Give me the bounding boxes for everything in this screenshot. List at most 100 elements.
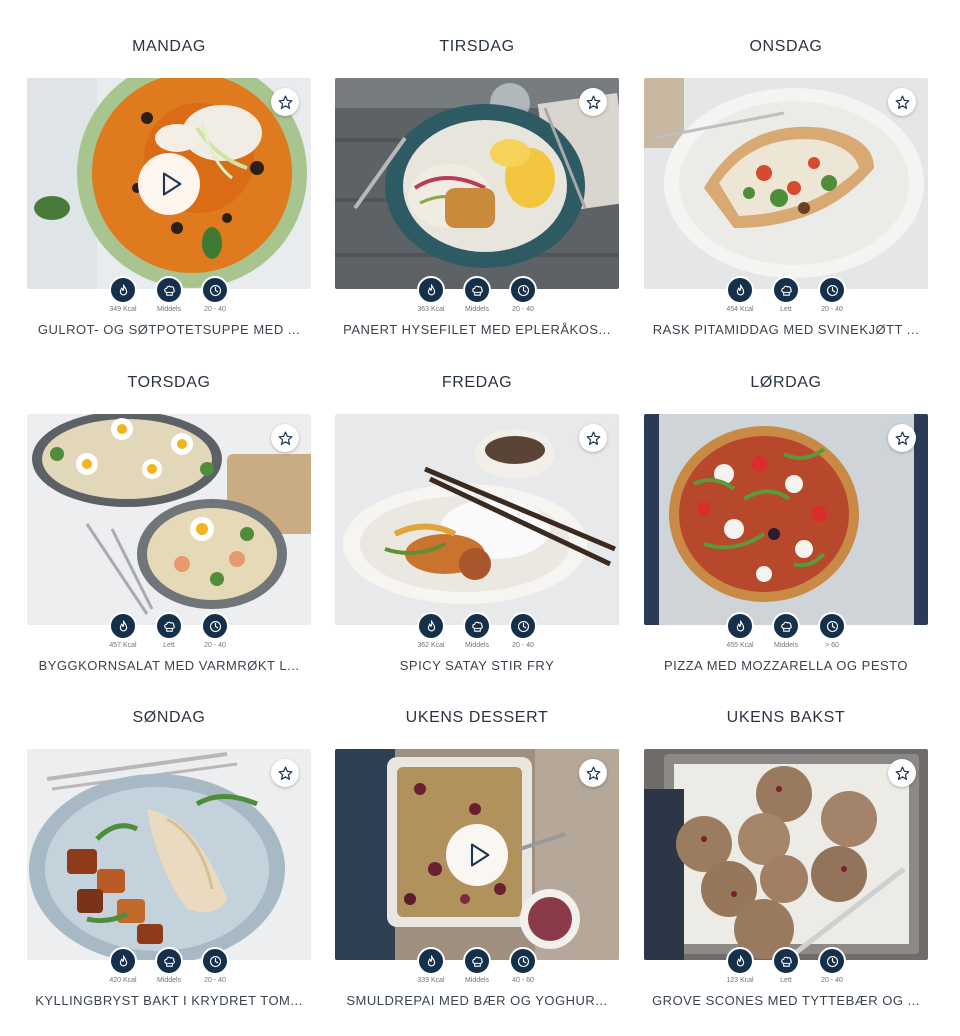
difficulty: Middels	[772, 612, 800, 649]
day-heading: TORSDAG	[127, 374, 211, 391]
day-heading: SØNDAG	[132, 709, 206, 726]
calories: 455 Kcal	[726, 612, 754, 649]
calories-label: 362 Kcal	[417, 642, 445, 649]
calories: 457 Kcal	[109, 612, 137, 649]
recipe-card-fredag: FREDAG 362 Kcal Middels 20 - 40 SPICY SA…	[335, 372, 619, 692]
flame-icon	[427, 954, 435, 966]
recipe-card-ukens-dessert: UKENS DESSERT 339 Kcal Middels 40 - 60 S…	[335, 707, 619, 1027]
flame-icon	[427, 283, 435, 295]
star-outline-icon	[586, 95, 600, 109]
recipe-photo[interactable]	[644, 78, 928, 289]
difficulty: Lett	[772, 276, 800, 313]
star-outline-icon	[895, 766, 909, 780]
recipe-photo[interactable]	[335, 749, 619, 960]
recipe-photo[interactable]	[644, 749, 928, 960]
difficulty-label: Middels	[156, 306, 182, 313]
recipe-photo[interactable]	[644, 414, 928, 625]
recipe-title-link[interactable]: BYGGKORNSALAT MED VARMRØKT L...	[27, 658, 311, 673]
recipe-meta: 455 Kcal Middels > 60	[644, 612, 928, 649]
favorite-button[interactable]	[579, 759, 607, 787]
recipe-title-link[interactable]: SPICY SATAY STIR FRY	[335, 658, 619, 673]
time: 40 - 60	[509, 947, 537, 984]
star-outline-icon	[278, 766, 292, 780]
calories-label: 454 Kcal	[726, 306, 754, 313]
time: 20 - 40	[201, 612, 229, 649]
recipe-title-link[interactable]: PIZZA MED MOZZARELLA OG PESTO	[644, 658, 928, 673]
time-label: 20 - 40	[512, 306, 534, 313]
recipe-card-torsdag: TORSDAG 457 Kcal Lett 20 - 40 BYGGKORNSA…	[27, 372, 311, 692]
recipe-meta: 349 Kcal Middels 20 - 40	[27, 276, 311, 313]
play-video-button[interactable]	[138, 153, 200, 215]
recipe-photo[interactable]	[27, 78, 311, 289]
recipe-card-onsdag: ONSDAG 454 Kcal Lett 20 - 40 RASK PITAMI…	[644, 36, 928, 356]
favorite-button[interactable]	[579, 88, 607, 116]
clock-icon	[517, 284, 529, 296]
recipe-card-tirsdag: TIRSDAG 363 Kcal Middels 20 - 40 PANERT …	[335, 36, 619, 356]
time-label: > 60	[825, 642, 839, 649]
favorite-button[interactable]	[888, 759, 916, 787]
time-label: 20 - 40	[204, 642, 226, 649]
recipe-title-link[interactable]: RASK PITAMIDDAG MED SVINEKJØTT ...	[644, 322, 928, 337]
recipe-photo[interactable]	[335, 414, 619, 625]
play-video-button[interactable]	[446, 824, 508, 886]
recipe-meta: 339 Kcal Middels 40 - 60	[335, 947, 619, 984]
day-heading: MANDAG	[132, 38, 206, 55]
recipe-title-link[interactable]: GROVE SCONES MED TYTTEBÆR OG ...	[644, 993, 928, 1008]
recipe-meta: 123 Kcal Lett 20 - 40	[644, 947, 928, 984]
calories-label: 349 Kcal	[109, 306, 137, 313]
recipe-meta: 457 Kcal Lett 20 - 40	[27, 612, 311, 649]
difficulty: Middels	[463, 612, 491, 649]
chef-hat-icon	[163, 621, 175, 632]
favorite-button[interactable]	[579, 424, 607, 452]
star-outline-icon	[278, 95, 292, 109]
day-heading: UKENS DESSERT	[405, 709, 549, 726]
difficulty-label: Lett	[163, 642, 175, 649]
weekly-menu-grid: MANDAG 349 Kcal Middels 20 - 40 GULROT- …	[0, 0, 960, 1036]
time: 20 - 40	[201, 947, 229, 984]
recipe-meta: 454 Kcal Lett 20 - 40	[644, 276, 928, 313]
difficulty: Middels	[463, 947, 491, 984]
clock-icon	[209, 620, 221, 632]
favorite-button[interactable]	[888, 424, 916, 452]
day-heading: LØRDAG	[750, 374, 822, 391]
calories: 362 Kcal	[417, 612, 445, 649]
difficulty-label: Lett	[780, 977, 792, 984]
play-icon	[470, 843, 490, 867]
recipe-card-sondag: SØNDAG 420 Kcal Middels 20 - 40 KYLLINGB…	[27, 707, 311, 1027]
fish-plate-image	[335, 78, 619, 289]
recipe-photo[interactable]	[27, 414, 311, 625]
favorite-button[interactable]	[271, 88, 299, 116]
recipe-title-link[interactable]: SMULDREPAI MED BÆR OG YOGHUR...	[335, 993, 619, 1008]
chef-hat-icon	[780, 956, 792, 967]
recipe-meta: 363 Kcal Middels 20 - 40	[335, 276, 619, 313]
difficulty: Lett	[155, 612, 183, 649]
time: 20 - 40	[509, 612, 537, 649]
calories: 454 Kcal	[726, 276, 754, 313]
recipe-title-link[interactable]: PANERT HYSEFILET MED EPLERÅKOS...	[335, 322, 619, 337]
clock-icon	[826, 620, 838, 632]
recipe-title-link[interactable]: GULROT- OG SØTPOTETSUPPE MED ...	[27, 322, 311, 337]
favorite-button[interactable]	[888, 88, 916, 116]
recipe-card-ukens-bakst: UKENS BAKST 123 Kcal Lett 20 - 40 GROVE …	[644, 707, 928, 1027]
chicken-plate-image	[27, 749, 311, 960]
difficulty: Middels	[463, 276, 491, 313]
flame-icon	[736, 283, 744, 295]
recipe-card-lordag: LØRDAG 455 Kcal Middels > 60 PIZZA MED M…	[644, 372, 928, 692]
chef-hat-icon	[163, 285, 175, 296]
chef-hat-icon	[471, 621, 483, 632]
chef-hat-icon	[780, 285, 792, 296]
difficulty-label: Middels	[464, 977, 490, 984]
recipe-photo[interactable]	[27, 749, 311, 960]
calories: 420 Kcal	[109, 947, 137, 984]
scones-tray-image	[644, 749, 928, 960]
recipe-title-link[interactable]: KYLLINGBRYST BAKT I KRYDRET TOM...	[27, 993, 311, 1008]
recipe-photo[interactable]	[335, 78, 619, 289]
calories: 123 Kcal	[726, 947, 754, 984]
day-heading: ONSDAG	[749, 38, 823, 55]
day-heading: FREDAG	[441, 374, 513, 391]
favorite-button[interactable]	[271, 424, 299, 452]
favorite-button[interactable]	[271, 759, 299, 787]
salad-bowls-image	[27, 414, 311, 625]
flame-icon	[736, 619, 744, 631]
chef-hat-icon	[471, 285, 483, 296]
